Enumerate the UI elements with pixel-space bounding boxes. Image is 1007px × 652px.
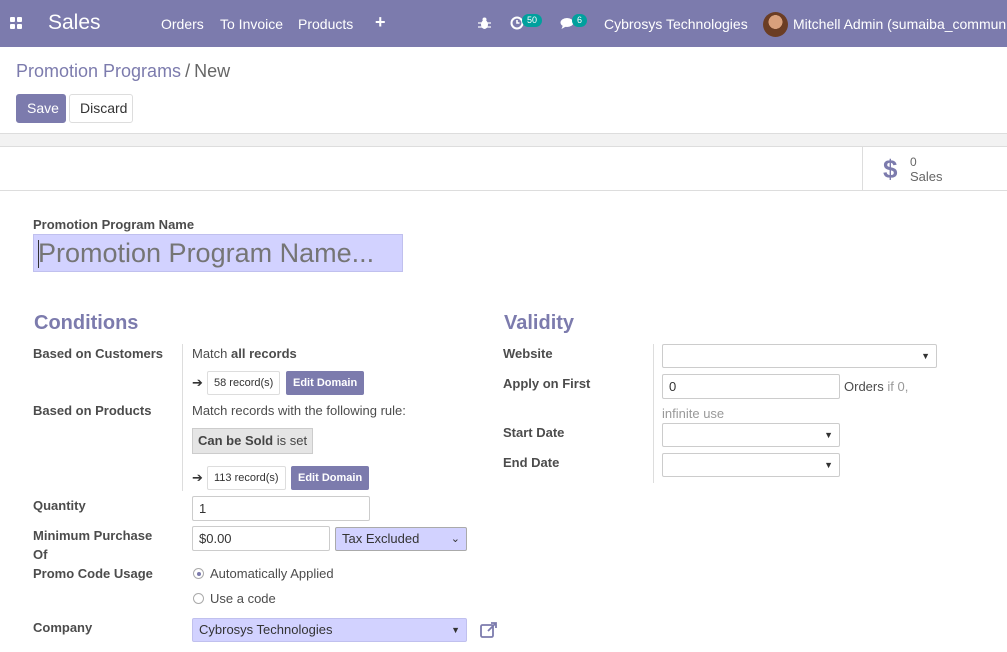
program-name-label: Promotion Program Name (33, 217, 195, 232)
customers-records-button[interactable]: 58 record(s) (207, 371, 281, 395)
save-button[interactable]: Save (16, 94, 66, 123)
company-label: Company (33, 620, 93, 635)
plus-icon[interactable]: + (375, 12, 386, 33)
products-rule-chip: Can be Sold is set (192, 428, 314, 454)
products-rule-text: Match records with the following rule: (192, 403, 406, 418)
breadcrumb-parent[interactable]: Promotion Programs (16, 61, 181, 81)
promo-code-usage-label: Promo Code Usage (33, 566, 153, 581)
app-name[interactable]: Sales (48, 11, 101, 35)
tax-mode-value: Tax Excluded (342, 531, 420, 546)
control-panel-separator (0, 133, 1007, 147)
customers-match-text: Match all records (192, 346, 297, 361)
customers-match-bold: all records (231, 346, 297, 361)
discard-button[interactable]: Discard (69, 94, 133, 123)
validity-title: Validity (504, 312, 575, 334)
menu-products[interactable]: Products (298, 16, 353, 32)
use-code-label[interactable]: Use a code (210, 591, 276, 606)
products-records-button[interactable]: 113 record(s) (207, 466, 286, 490)
quantity-label: Quantity (33, 498, 86, 513)
user-menu[interactable]: Mitchell Admin (sumaiba_community) (793, 16, 1007, 32)
website-label: Website (503, 346, 553, 361)
start-date-label: Start Date (503, 425, 565, 440)
tax-mode-select[interactable]: Tax Excluded ⌄ (335, 527, 467, 551)
company-value: Cybrosys Technologies (199, 622, 333, 637)
caret-down-icon: ▼ (921, 351, 930, 361)
activity-count-badge: 50 (522, 14, 543, 27)
orders-suffix: Orders if 0, (844, 379, 908, 394)
user-avatar[interactable] (763, 12, 788, 37)
message-count-badge: 6 (572, 14, 588, 27)
minimum-purchase-label-line1: Minimum Purchase (33, 528, 153, 543)
arrow-right-icon: ➔ (192, 375, 203, 390)
validity-divider (653, 344, 654, 483)
sales-count: 0 (910, 155, 917, 169)
breadcrumb-current: New (194, 61, 231, 81)
program-name-input[interactable] (33, 234, 403, 272)
menu-orders[interactable]: Orders (161, 16, 204, 32)
conditions-title: Conditions (34, 312, 139, 334)
caret-down-icon: ▼ (824, 430, 833, 440)
apps-menu-icon[interactable] (10, 17, 23, 30)
radio-auto-applied[interactable] (193, 568, 204, 579)
customers-match-prefix: Match (192, 346, 228, 361)
bug-icon[interactable] (478, 17, 491, 30)
apply-on-first-label: Apply on First (503, 376, 591, 391)
quantity-input[interactable]: 1 (192, 496, 370, 521)
breadcrumb: Promotion Programs / New (16, 61, 230, 82)
auto-applied-label[interactable]: Automatically Applied (210, 566, 334, 581)
menu-to-invoice[interactable]: To Invoice (220, 16, 283, 32)
sales-label: Sales (910, 169, 943, 184)
end-date-input[interactable]: ▼ (662, 453, 840, 477)
company-select[interactable]: Cybrosys Technologies ▼ (192, 618, 467, 642)
text-caret (38, 240, 39, 268)
website-select[interactable]: ▼ (662, 344, 937, 368)
company-switcher[interactable]: Cybrosys Technologies (604, 16, 748, 32)
rule-operator: is set (276, 433, 308, 448)
top-navbar: Sales Orders To Invoice Products + 50 6 … (0, 0, 1007, 47)
breadcrumb-separator: / (185, 61, 191, 81)
minimum-purchase-label-line2: Of (33, 547, 48, 562)
minimum-amount-input[interactable]: $0.00 (192, 526, 330, 551)
sales-stat-button[interactable]: $ 0 Sales (862, 147, 1007, 190)
based-on-customers-label: Based on Customers (33, 346, 164, 361)
rule-field: Can be Sold (198, 433, 274, 448)
infinite-use-hint: infinite use (662, 406, 725, 421)
end-date-label: End Date (503, 455, 560, 470)
caret-down-icon: ▼ (824, 460, 833, 470)
button-box: $ 0 Sales (0, 147, 1007, 191)
apply-on-first-input[interactable]: 0 (662, 374, 840, 399)
chevron-down-icon: ⌄ (450, 533, 460, 545)
start-date-input[interactable]: ▼ (662, 423, 840, 447)
caret-down-icon: ▼ (451, 625, 460, 635)
customers-edit-domain-button[interactable]: Edit Domain (286, 371, 365, 395)
radio-use-code[interactable] (193, 593, 204, 604)
conditions-divider (182, 344, 183, 491)
orders-suffix-text: Orders (844, 379, 884, 394)
products-edit-domain-button[interactable]: Edit Domain (291, 466, 370, 490)
orders-hint: if 0, (887, 379, 909, 394)
arrow-right-icon: ➔ (192, 470, 203, 485)
based-on-products-label: Based on Products (33, 403, 152, 418)
external-link-icon[interactable] (479, 620, 499, 640)
dollar-icon: $ (883, 154, 898, 184)
